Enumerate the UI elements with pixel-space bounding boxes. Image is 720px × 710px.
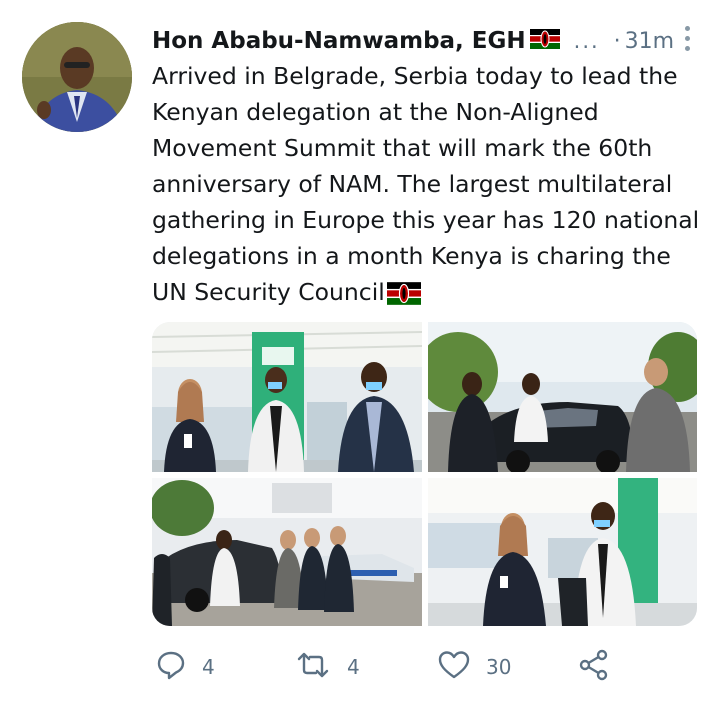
action-bar: 4 4 30 bbox=[152, 647, 632, 687]
media-grid bbox=[152, 322, 697, 626]
tweet-header: Hon Ababu-Namwamba, EGH ... · 31m bbox=[152, 24, 700, 58]
reply-button[interactable]: 4 bbox=[156, 647, 215, 687]
tweet-text: Arrived in Belgrade, Serbia today to lea… bbox=[152, 58, 702, 312]
share-button[interactable] bbox=[578, 647, 610, 687]
name-truncation: ... bbox=[573, 29, 600, 53]
heart-icon bbox=[438, 650, 470, 684]
kenya-flag-icon bbox=[529, 29, 560, 53]
tweet-timestamp[interactable]: 31m bbox=[625, 29, 674, 54]
share-icon bbox=[578, 649, 610, 685]
photo-1[interactable] bbox=[152, 322, 422, 472]
like-count: 30 bbox=[486, 655, 512, 679]
author-name[interactable]: Hon Ababu-Namwamba, EGH bbox=[152, 28, 526, 54]
kenya-flag-icon bbox=[386, 276, 421, 312]
photo-2[interactable] bbox=[428, 322, 697, 472]
author-avatar[interactable] bbox=[22, 22, 132, 132]
photo-3[interactable] bbox=[152, 478, 422, 626]
like-button[interactable]: 30 bbox=[438, 647, 511, 687]
retweet-button[interactable]: 4 bbox=[295, 647, 360, 687]
tweet-body: Arrived in Belgrade, Serbia today to lea… bbox=[152, 62, 700, 306]
reply-count: 4 bbox=[202, 655, 215, 679]
reply-icon bbox=[156, 650, 186, 684]
separator-dot: · bbox=[613, 28, 621, 54]
more-options-icon[interactable] bbox=[682, 26, 692, 56]
retweet-count: 4 bbox=[347, 655, 360, 679]
photo-4[interactable] bbox=[428, 478, 697, 626]
retweet-icon bbox=[295, 650, 331, 684]
